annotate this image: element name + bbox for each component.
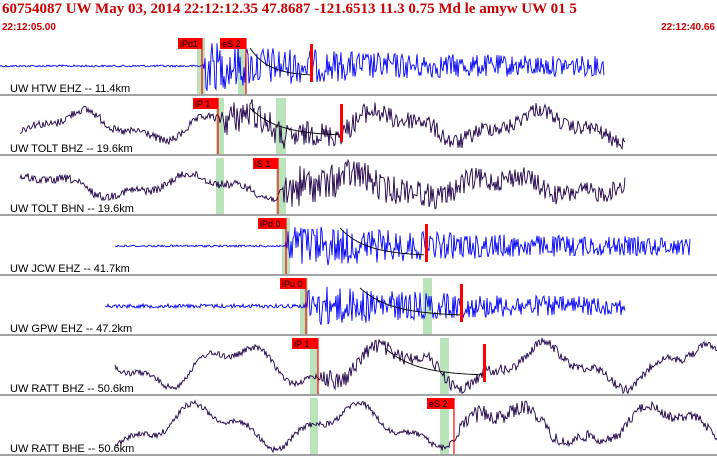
coda-end-marker: [310, 44, 313, 82]
event-title: 60754087 UW May 03, 2014 22:12:12.35 47.…: [2, 1, 577, 17]
trace-row[interactable]: iPu 0 UW GPW EHZ -- 47.2km: [0, 278, 717, 336]
station-label: UW TOLT BHN -- 19.6km: [10, 203, 134, 215]
pick-window: [440, 338, 449, 394]
phase-pick-label: iP 1: [195, 99, 210, 109]
waveform-trace: [19, 99, 626, 151]
trace-row[interactable]: iP 1 UW RATT BHZ -- 50.6km: [0, 337, 717, 396]
phase-pick-label: eS 2: [429, 399, 448, 409]
coda-end-marker: [460, 284, 463, 322]
station-label: UW TOLT BHZ -- 19.6km: [10, 143, 133, 155]
trace-row[interactable]: iS 1 UW TOLT BHN -- 19.6km: [0, 158, 717, 216]
trace-row[interactable]: iPd 0 UW JCW EHZ -- 41.7km: [0, 218, 717, 276]
station-label: UW RATT BHZ -- 50.6km: [10, 383, 134, 395]
waveform-trace: [115, 226, 691, 266]
station-label: UW RATT BHE -- 50.6km: [10, 443, 134, 455]
phase-pick-label: eS 2: [222, 39, 241, 49]
seismogram-panel[interactable]: iPd1 eS 2 UW HTW EHZ -- 11.4km iP 1 UW TOLT …: [0, 36, 717, 458]
phase-pick-label: iPu 0: [282, 279, 303, 289]
station-label: UW GPW EHZ -- 47.2km: [10, 323, 132, 335]
coda-end-marker: [425, 224, 428, 262]
phase-pick-label: iPd 0: [260, 219, 281, 229]
waveform-trace: [19, 158, 626, 210]
phase-pick-label: iP 1: [294, 339, 309, 349]
station-label: UW HTW EHZ -- 11.4km: [10, 83, 130, 95]
trace-row[interactable]: iP 1 UW TOLT BHZ -- 19.6km: [0, 98, 717, 156]
start-time-label: 22:12:05.00: [2, 22, 56, 33]
phase-pick-label: iS 1: [255, 159, 271, 169]
trace-row[interactable]: iPd1 eS 2 UW HTW EHZ -- 11.4km: [0, 38, 717, 96]
trace-row[interactable]: eS 2 UW RATT BHE -- 50.6km: [0, 398, 717, 456]
coda-end-marker: [483, 344, 486, 382]
coda-end-marker: [340, 104, 343, 142]
station-label: UW JCW EHZ -- 41.7km: [10, 263, 130, 275]
event-header: 60754087 UW May 03, 2014 22:12:12.35 47.…: [0, 0, 717, 20]
phase-pick-label: iPd1: [180, 39, 198, 49]
end-time-label: 22:12:40.66: [661, 22, 715, 33]
waveform-trace: [114, 399, 717, 454]
